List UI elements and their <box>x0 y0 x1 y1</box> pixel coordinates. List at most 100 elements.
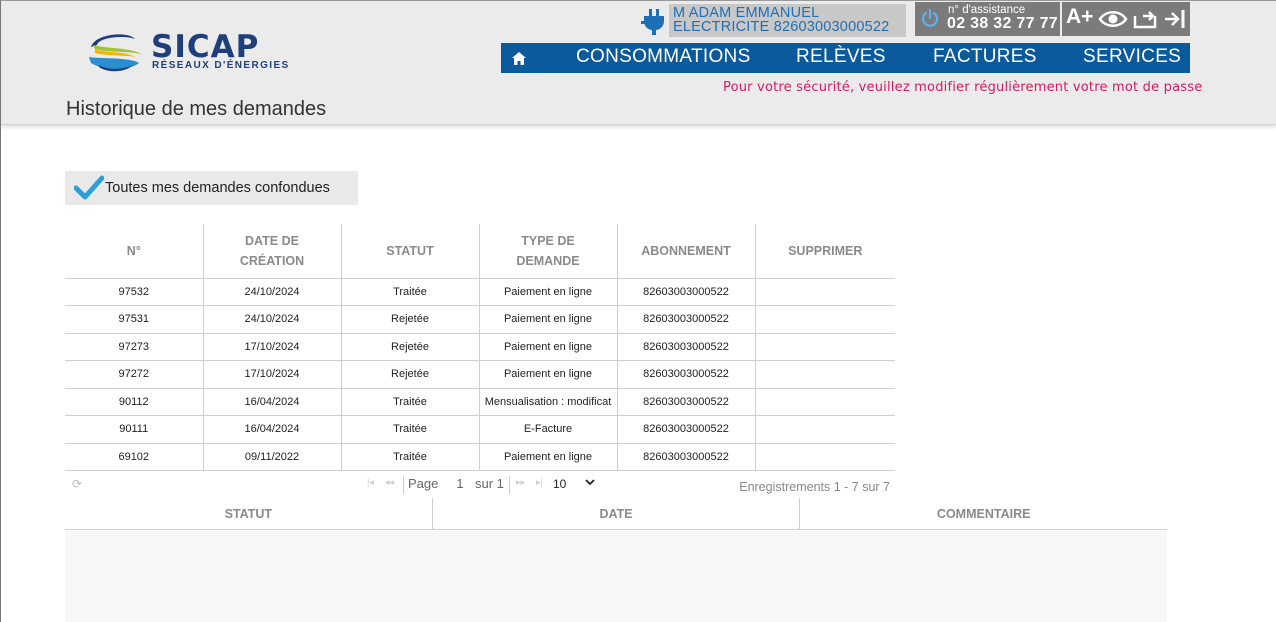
assistance-box: n° d'assistance 02 38 32 77 77 <box>915 2 1060 36</box>
font-increase-button[interactable]: A+ <box>1066 5 1093 29</box>
cell-delete[interactable] <box>754 415 895 444</box>
first-page-icon[interactable]: |◂ <box>367 477 374 488</box>
next-page-icon[interactable]: ▸▸ <box>516 477 525 488</box>
cell-subscription: 82603003000522 <box>616 443 755 471</box>
cell-status: Traitée <box>340 388 479 416</box>
requests-table: N° DATE DE CRÉATION STATUT TYPE DE DEMANDE… <box>65 224 895 471</box>
table-pager: ⟳ |◂ ◂◂ Page 1 sur 1 ▸▸ ▸| 10 Enregistre… <box>65 472 895 498</box>
nav-releves[interactable]: RELÈVES <box>796 46 886 68</box>
cell-number: 97273 <box>65 333 203 361</box>
cell-status: Rejetée <box>340 333 479 361</box>
nav-factures[interactable]: FACTURES <box>933 46 1037 68</box>
cell-date: 17/10/2024 <box>202 360 341 389</box>
page-title: Historique de mes demandes <box>66 98 327 120</box>
contrast-swap-icon[interactable] <box>1133 7 1159 31</box>
accessibility-toolbar: A+ <box>1062 2 1190 36</box>
cell-number: 69102 <box>65 443 203 471</box>
all-requests-filter[interactable]: Toutes mes demandes confondues <box>65 171 358 205</box>
table-row[interactable]: 97273 17/10/2024 Rejetée Paiement en lig… <box>65 333 895 361</box>
detail-column-date[interactable]: DATE <box>431 498 800 529</box>
table-row[interactable]: 97531 24/10/2024 Rejetée Paiement en lig… <box>65 305 895 334</box>
cell-status: Traitée <box>340 443 479 471</box>
security-message: Pour votre sécurité, veuillez modifier r… <box>723 80 1203 95</box>
cell-date: 09/11/2022 <box>202 443 341 471</box>
page-number-input[interactable]: 1 <box>450 476 470 491</box>
cell-type: E-Facture <box>478 415 617 444</box>
cell-delete[interactable] <box>754 388 895 416</box>
column-header-status[interactable]: STATUT <box>340 224 479 279</box>
column-header-subscription[interactable]: ABONNEMENT <box>616 224 755 279</box>
column-header-delete[interactable]: SUPPRIMER <box>754 224 895 279</box>
cell-subscription: 82603003000522 <box>616 305 755 334</box>
user-contract: ELECTRICITE 82603003000522 <box>673 19 890 35</box>
home-icon <box>512 51 526 65</box>
sicap-logo[interactable]: SICAP RÉSEAUX D'ÉNERGIES <box>85 29 295 75</box>
cell-delete[interactable] <box>754 333 895 361</box>
cell-date: 16/04/2024 <box>202 388 341 416</box>
refresh-icon[interactable]: ⟳ <box>72 477 82 491</box>
column-header-number[interactable]: N° <box>65 224 203 279</box>
cell-date: 16/04/2024 <box>202 415 341 444</box>
cell-type: Paiement en ligne <box>478 305 617 334</box>
table-row[interactable]: 97272 17/10/2024 Rejetée Paiement en lig… <box>65 360 895 389</box>
logo-tagline: RÉSEAUX D'ÉNERGIES <box>152 60 290 71</box>
user-account-box[interactable]: M ADAM EMMANUEL ELECTRICITE 826030030005… <box>669 4 906 37</box>
cell-date: 24/10/2024 <box>202 278 341 306</box>
cell-number: 97532 <box>65 278 203 306</box>
chevron-down-icon[interactable] <box>584 476 596 488</box>
user-name: M ADAM EMMANUEL <box>673 5 820 21</box>
table-row[interactable]: 69102 09/11/2022 Traitée Paiement en lig… <box>65 443 895 471</box>
cell-type: Paiement en ligne <box>478 360 617 389</box>
filter-label: Toutes mes demandes confondues <box>105 180 330 196</box>
nav-consommations[interactable]: CONSOMMATIONS <box>576 46 751 68</box>
cell-date: 17/10/2024 <box>202 333 341 361</box>
nav-home[interactable] <box>501 43 537 73</box>
cell-type: Paiement en ligne <box>478 333 617 361</box>
detail-column-status[interactable]: STATUT <box>65 498 432 529</box>
detail-grid-header: STATUT DATE COMMENTAIRE <box>65 498 1167 530</box>
checkmark-icon <box>74 175 104 200</box>
plug-icon <box>641 9 664 35</box>
cell-subscription: 82603003000522 <box>616 388 755 416</box>
detail-grid-body <box>65 531 1167 622</box>
cell-status: Traitée <box>340 278 479 306</box>
pager-divider <box>403 476 404 494</box>
main-nav: CONSOMMATIONS RELÈVES FACTURES SERVICES <box>501 43 1190 73</box>
table-row[interactable]: 97532 24/10/2024 Traitée Paiement en lig… <box>65 278 895 306</box>
cell-type: Mensualisation : modificat <box>478 388 617 416</box>
cell-subscription: 82603003000522 <box>616 333 755 361</box>
column-header-request-type[interactable]: TYPE DE DEMANDE <box>478 224 617 279</box>
cell-subscription: 82603003000522 <box>616 415 755 444</box>
cell-delete[interactable] <box>754 305 895 334</box>
table-row[interactable]: 90111 16/04/2024 Traitée E-Facture 82603… <box>65 415 895 444</box>
nav-services[interactable]: SERVICES <box>1083 46 1181 68</box>
cell-status: Traitée <box>340 415 479 444</box>
eye-icon[interactable] <box>1098 7 1128 31</box>
cell-number: 90111 <box>65 415 203 444</box>
cell-status: Rejetée <box>340 360 479 389</box>
logout-icon[interactable] <box>1163 7 1187 31</box>
cell-date: 24/10/2024 <box>202 305 341 334</box>
cell-delete[interactable] <box>754 443 895 471</box>
cell-type: Paiement en ligne <box>478 278 617 306</box>
table-row[interactable]: 90112 16/04/2024 Traitée Mensualisation … <box>65 388 895 416</box>
detail-column-comment[interactable]: COMMENTAIRE <box>799 498 1167 529</box>
last-page-icon[interactable]: ▸| <box>536 477 543 488</box>
prev-page-icon[interactable]: ◂◂ <box>385 477 394 488</box>
table-header-row: N° DATE DE CRÉATION STATUT TYPE DE DEMANDE… <box>65 224 895 279</box>
cell-number: 97531 <box>65 305 203 334</box>
cell-subscription: 82603003000522 <box>616 360 755 389</box>
power-icon[interactable] <box>920 8 940 28</box>
assistance-number: 02 38 32 77 77 <box>947 15 1058 32</box>
pager-divider <box>509 476 510 494</box>
cell-type: Paiement en ligne <box>478 443 617 471</box>
cell-number: 90112 <box>65 388 203 416</box>
records-count: Enregistrements 1 - 7 sur 7 <box>739 480 890 494</box>
cell-delete[interactable] <box>754 278 895 306</box>
page-total-label: sur 1 <box>475 476 504 491</box>
cell-number: 97272 <box>65 360 203 389</box>
cell-delete[interactable] <box>754 360 895 389</box>
column-header-creation-date[interactable]: DATE DE CRÉATION <box>202 224 341 279</box>
cell-subscription: 82603003000522 <box>616 278 755 306</box>
sicap-logo-mark <box>89 34 143 72</box>
